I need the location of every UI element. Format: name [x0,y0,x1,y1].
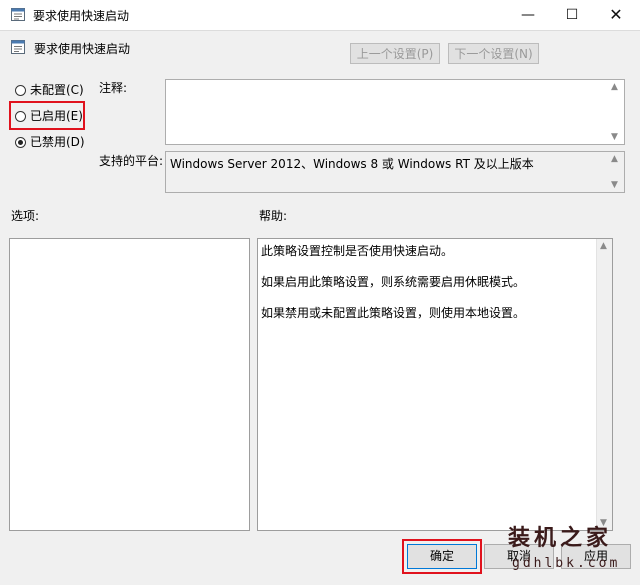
radio-button[interactable] [15,137,26,148]
maximize-icon[interactable]: ☐ [550,0,594,30]
scroll-up-icon[interactable]: ▲ [611,154,618,164]
radio-label: 已禁用(D) [30,135,85,149]
highlight-box-ok [402,539,482,574]
comment-label: 注释: [99,81,128,95]
previous-setting-button[interactable]: 上一个设置(P) [350,43,440,64]
help-paragraph: 如果启用此策略设置，则系统需要启用休眠模式。 [261,275,526,289]
help-panel: 此策略设置控制是否使用快速启动。 如果启用此策略设置，则系统需要启用休眠模式。 … [257,238,613,531]
next-setting-button[interactable]: 下一个设置(N) [448,43,539,64]
policy-icon [11,40,25,54]
highlight-box-enabled [9,101,85,130]
window-title: 要求使用快速启动 [33,9,130,23]
scroll-up-icon[interactable]: ▲ [600,241,607,251]
options-label: 选项: [11,209,40,223]
help-paragraph: 此策略设置控制是否使用快速启动。 [261,244,454,258]
platform-scrollbar[interactable]: ▲ ▼ [608,152,624,192]
platform-value: Windows Server 2012、Windows 8 或 Windows … [170,157,534,171]
radio-label: 未配置(C) [30,83,84,97]
policy-name: 要求使用快速启动 [34,42,131,56]
comment-scrollbar[interactable]: ▲ ▼ [608,80,624,144]
watermark-url: gdhlbk.com [512,556,621,571]
help-scrollbar[interactable]: ▲ ▼ [596,239,612,530]
radio-not-configured[interactable]: 未配置(C) [15,81,84,99]
help-label: 帮助: [259,209,288,223]
title-bar: 要求使用快速启动 — ☐ ✕ [0,0,640,31]
scroll-down-icon[interactable]: ▼ [611,132,618,142]
minimize-icon[interactable]: — [506,0,550,30]
help-paragraph: 如果禁用或未配置此策略设置，则使用本地设置。 [261,306,526,320]
platform-label: 支持的平台: [99,154,164,168]
scroll-down-icon[interactable]: ▼ [611,180,618,190]
radio-button[interactable] [15,85,26,96]
site-watermark: 装机之家 gdhlbk.com [508,520,638,582]
comment-textarea[interactable]: ▲ ▼ [165,79,625,145]
options-panel [9,238,250,531]
policy-icon [11,8,25,21]
close-icon[interactable]: ✕ [594,0,638,30]
radio-disabled[interactable]: 已禁用(D) [15,133,85,151]
platform-field: Windows Server 2012、Windows 8 或 Windows … [165,151,625,193]
scroll-up-icon[interactable]: ▲ [611,82,618,92]
watermark-text: 装机之家 [508,526,613,551]
